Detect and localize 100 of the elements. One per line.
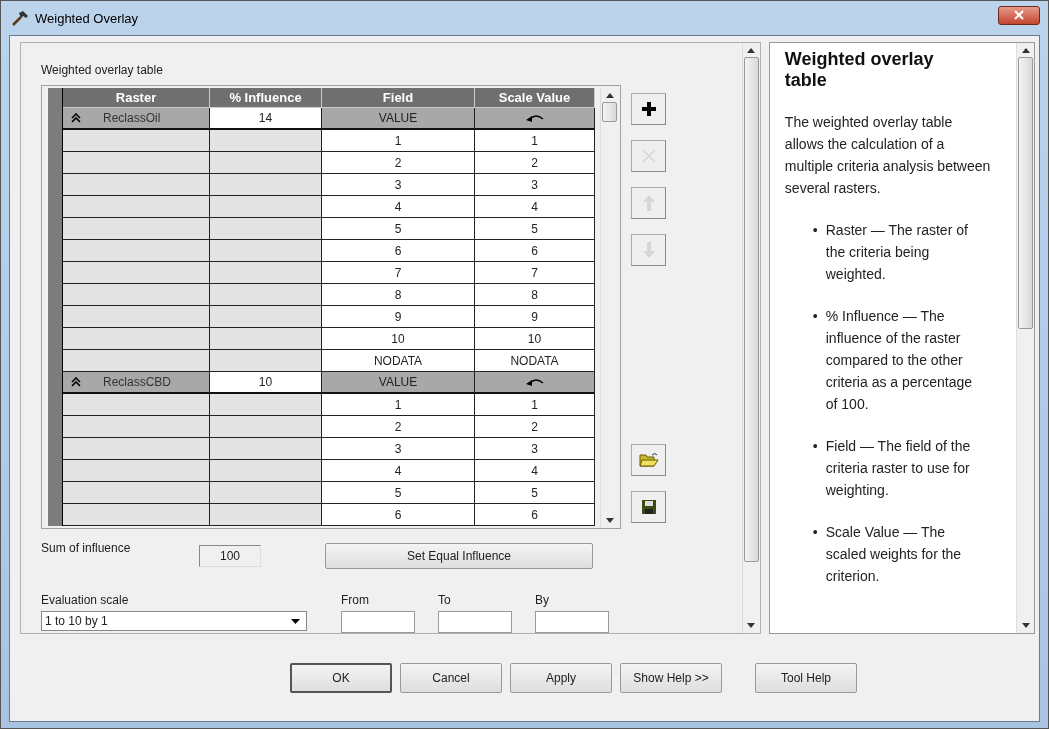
- table-cell: 6: [322, 504, 475, 526]
- scroll-down-icon[interactable]: [605, 518, 614, 524]
- help-bullet: Field — The field of the criteria raster to use for weighting.: [825, 437, 972, 500]
- down-arrow-icon: [642, 242, 655, 258]
- table-cell[interactable]: 6: [475, 504, 595, 526]
- close-button[interactable]: [998, 5, 1040, 25]
- folder-icon: [638, 452, 659, 469]
- help-bullet: % Influence — The influence of the raster compared to the other criteria as a percentage of 100.: [825, 307, 974, 414]
- table-cell[interactable]: 6: [475, 240, 595, 262]
- sum-label: Sum of influence: [41, 541, 132, 556]
- influence-cell[interactable]: 14: [210, 108, 322, 130]
- column-header: % Influence: [210, 88, 322, 108]
- dialog-button[interactable]: OK: [290, 662, 392, 693]
- table-cell[interactable]: 5: [475, 218, 595, 240]
- range-input[interactable]: [341, 611, 415, 633]
- reset-cell[interactable]: [475, 108, 595, 130]
- table-cell: 1: [322, 130, 475, 152]
- save-button[interactable]: [631, 491, 666, 524]
- dialog-button[interactable]: Cancel: [400, 662, 502, 693]
- hammer-icon: [11, 10, 29, 26]
- set-equal-button[interactable]: Set Equal Influence: [325, 543, 593, 570]
- table-cell: 2: [322, 416, 475, 438]
- range-input[interactable]: [438, 611, 512, 633]
- scrollbar-thumb[interactable]: [1018, 57, 1033, 329]
- scroll-up-icon[interactable]: [605, 93, 614, 98]
- table-cell[interactable]: 7: [475, 262, 595, 284]
- raster-name: ReclassOil: [103, 111, 161, 125]
- close-icon[interactable]: [1014, 10, 1024, 20]
- dialog-button[interactable]: Show Help >>: [620, 662, 722, 693]
- scroll-up-icon[interactable]: [1021, 48, 1030, 53]
- table-cell[interactable]: 2: [475, 416, 595, 438]
- column-header: Field: [322, 88, 475, 108]
- range-input[interactable]: [535, 611, 609, 633]
- field-cell[interactable]: VALUE: [322, 108, 475, 130]
- help-bullet: Raster — The raster of the criteria being weighted.: [825, 221, 969, 284]
- dialog-button[interactable]: Tool Help: [755, 662, 857, 693]
- scrollbar-thumb[interactable]: [743, 57, 759, 562]
- table-cell: 3: [322, 438, 475, 460]
- table-cell: 10: [322, 328, 475, 350]
- bullet-mark: •: [812, 307, 818, 326]
- table-cell: 4: [322, 196, 475, 218]
- table-cell: NODATA: [322, 350, 475, 372]
- vertical-scrollbar[interactable]: [1016, 43, 1034, 633]
- table-cell[interactable]: 3: [475, 174, 595, 196]
- scrollbar-thumb[interactable]: [602, 102, 617, 122]
- table-cell: 2: [322, 152, 475, 174]
- table-cell: 4: [322, 460, 475, 482]
- table-cell[interactable]: 9: [475, 306, 595, 328]
- table-cell[interactable]: 8: [475, 284, 595, 306]
- table-cell: 5: [322, 218, 475, 240]
- dialog-button[interactable]: Apply: [510, 662, 612, 693]
- collapse-icon[interactable]: [71, 377, 81, 387]
- collapse-icon[interactable]: [71, 113, 81, 123]
- evaluation-scale-dropdown[interactable]: 1 to 10 by 1: [41, 611, 307, 631]
- table-cell: 8: [322, 284, 475, 306]
- table-cell[interactable]: 5: [475, 482, 595, 504]
- table-cell[interactable]: 4: [475, 196, 595, 218]
- table-cell[interactable]: 2: [475, 152, 595, 174]
- help-paragraph: The weighted overlay table allows the calculation of a multiple criteria analysis between several rasters.: [784, 113, 992, 198]
- open-button[interactable]: [631, 444, 666, 477]
- section-label: Weighted overlay table: [41, 63, 164, 77]
- vertical-scrollbar[interactable]: [600, 88, 618, 529]
- bullet-mark: •: [812, 437, 818, 456]
- column-header: Scale Value: [475, 88, 595, 108]
- reset-cell[interactable]: [475, 372, 595, 394]
- table-cell: 9: [322, 306, 475, 328]
- table-cell[interactable]: NODATA: [475, 350, 595, 372]
- scroll-up-icon[interactable]: [747, 48, 756, 53]
- range-label: By: [535, 593, 550, 607]
- evaluation-scale-label: Evaluation scale: [41, 593, 130, 607]
- range-label: From: [341, 593, 370, 607]
- table-cell: 1: [322, 394, 475, 416]
- table-cell[interactable]: 4: [475, 460, 595, 482]
- add-button[interactable]: [631, 93, 666, 125]
- table-cell: 3: [322, 174, 475, 196]
- dropdown-caret-icon[interactable]: [291, 618, 300, 624]
- close-icon: [641, 149, 656, 163]
- influence-cell[interactable]: 10: [210, 372, 322, 394]
- raster-cell[interactable]: ReclassCBD: [63, 372, 210, 394]
- table-cell: 6: [322, 240, 475, 262]
- undo-arrow-icon[interactable]: [524, 113, 545, 123]
- table-cell[interactable]: 1: [475, 130, 595, 152]
- sum-field: 100: [199, 545, 261, 568]
- table-cell[interactable]: 1: [475, 394, 595, 416]
- range-label: To: [438, 593, 452, 607]
- undo-arrow-icon[interactable]: [524, 377, 545, 387]
- table-cell[interactable]: 10: [475, 328, 595, 350]
- field-cell[interactable]: VALUE: [322, 372, 475, 394]
- scroll-down-icon[interactable]: [1021, 623, 1030, 628]
- help-bullet: Scale Value — The scaled weights for the criterion.: [825, 523, 963, 586]
- column-header: Raster: [63, 88, 210, 108]
- table-cell: 7: [322, 262, 475, 284]
- bullet-mark: •: [812, 523, 818, 542]
- row-header: [48, 504, 63, 526]
- raster-cell[interactable]: ReclassOil: [63, 108, 210, 130]
- table-cell[interactable]: 3: [475, 438, 595, 460]
- scroll-down-icon[interactable]: [747, 623, 756, 628]
- help-title: Weighted overlay table: [784, 49, 935, 91]
- table-cell: 5: [322, 482, 475, 504]
- vertical-scrollbar[interactable]: [741, 43, 760, 633]
